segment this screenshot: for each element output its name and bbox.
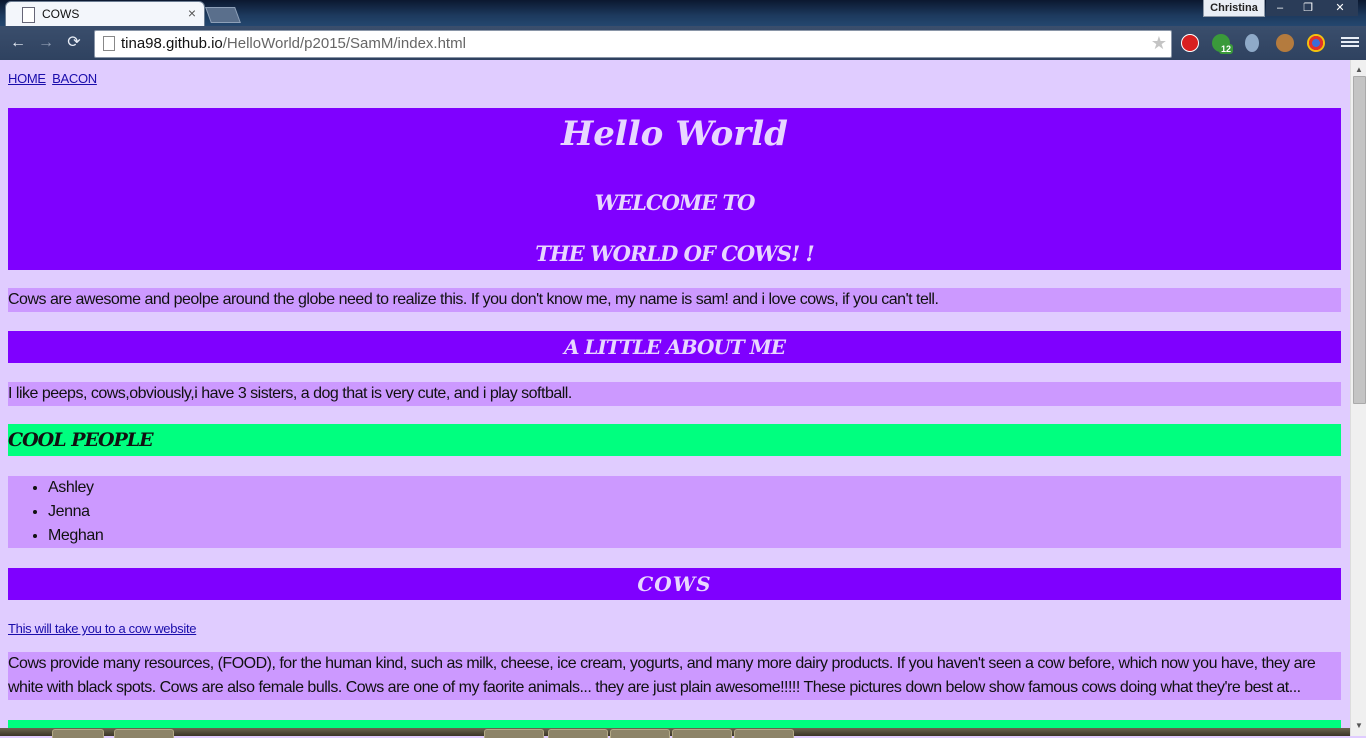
taskbar-button[interactable] <box>484 729 544 738</box>
cow-website-link-wrap: This will take you to a cow website <box>8 621 197 636</box>
adblock-icon[interactable] <box>1181 34 1199 52</box>
intro-paragraph: Cows are awesome and peolpe around the g… <box>8 288 1341 312</box>
cookie-icon[interactable] <box>1276 34 1294 52</box>
new-tab-button[interactable] <box>205 7 241 23</box>
scroll-up-icon[interactable]: ▲ <box>1355 65 1363 74</box>
about-heading: A LITTLE ABOUT ME <box>563 335 786 359</box>
url-host: tina98.github.io <box>121 35 223 52</box>
about-paragraph: I like peeps, cows,obviously,i have 3 si… <box>8 382 1341 406</box>
tab-cows[interactable]: COWS × <box>6 2 204 26</box>
vertical-scrollbar[interactable]: ▲ ▼ <box>1350 60 1366 736</box>
profile-button[interactable]: Christina <box>1203 0 1265 17</box>
url-path: /HelloWorld/p2015/SamM/index.html <box>222 35 466 52</box>
bookmark-star-icon[interactable]: ★ <box>1151 33 1167 54</box>
scroll-down-icon[interactable]: ▼ <box>1355 721 1363 730</box>
nav-link-bacon[interactable]: BACON <box>52 71 97 86</box>
cows-heading-bar: COWS <box>8 568 1341 600</box>
maximize-button[interactable]: ❐ <box>1294 0 1322 16</box>
hero-subtitle-2: THE WORLD OF COWS! ! <box>535 241 814 266</box>
browser-toolbar: ← → ⟳ tina98.github.io/HelloWorld/p2015/… <box>0 26 1366 60</box>
list-item: Ashley <box>48 476 1341 500</box>
title-bar: COWS × Christina – ❐ ✕ <box>0 0 1366 26</box>
taskbar-button[interactable] <box>548 729 608 738</box>
chrome-icon[interactable] <box>1307 34 1325 52</box>
address-bar[interactable]: tina98.github.io/HelloWorld/p2015/SamM/i… <box>94 30 1172 58</box>
taskbar-button[interactable] <box>52 729 104 738</box>
nav-link-home[interactable]: HOME <box>8 71 46 86</box>
tab-title: COWS <box>42 7 80 21</box>
taskbar-button[interactable] <box>734 729 794 738</box>
page-title: Hello World <box>561 114 788 154</box>
cool-people-list: Ashley Jenna Meghan <box>8 476 1341 548</box>
forward-button[interactable]: → <box>36 33 56 53</box>
cows-paragraph: Cows provide many resources, (FOOD), for… <box>8 652 1341 700</box>
url-text[interactable]: tina98.github.io/HelloWorld/p2015/SamM/i… <box>121 35 466 52</box>
menu-icon[interactable] <box>1341 35 1359 51</box>
page-viewport: HOME BACON Hello World WELCOME TO THE WO… <box>0 60 1350 736</box>
cow-website-link[interactable]: This will take you to a cow website <box>8 621 197 636</box>
page-icon <box>22 7 35 23</box>
close-window-button[interactable]: ✕ <box>1322 0 1358 16</box>
reload-button[interactable]: ⟳ <box>64 33 84 53</box>
scrollbar-thumb[interactable] <box>1353 76 1366 404</box>
list-item: Meghan <box>48 524 1341 548</box>
taskbar-button[interactable] <box>672 729 732 738</box>
top-nav: HOME BACON <box>8 71 100 86</box>
close-tab-icon[interactable]: × <box>188 5 196 21</box>
taskbar-button[interactable] <box>114 729 174 738</box>
cows-heading: COWS <box>637 572 712 596</box>
hero-banner: Hello World WELCOME TO THE WORLD OF COWS… <box>8 108 1341 270</box>
minimize-button[interactable]: – <box>1266 0 1294 16</box>
about-heading-bar: A LITTLE ABOUT ME <box>8 331 1341 363</box>
taskbar-button[interactable] <box>610 729 670 738</box>
list-item: Jenna <box>48 500 1341 524</box>
extension-badge: 12 <box>1219 44 1234 54</box>
ghostery-icon[interactable] <box>1245 34 1259 52</box>
page-icon <box>103 36 115 51</box>
back-button[interactable]: ← <box>8 33 28 53</box>
cool-people-heading-bar: COOL PEOPLE <box>8 424 1341 456</box>
hero-subtitle: WELCOME TO <box>594 190 756 215</box>
cool-people-heading: COOL PEOPLE <box>8 429 154 451</box>
